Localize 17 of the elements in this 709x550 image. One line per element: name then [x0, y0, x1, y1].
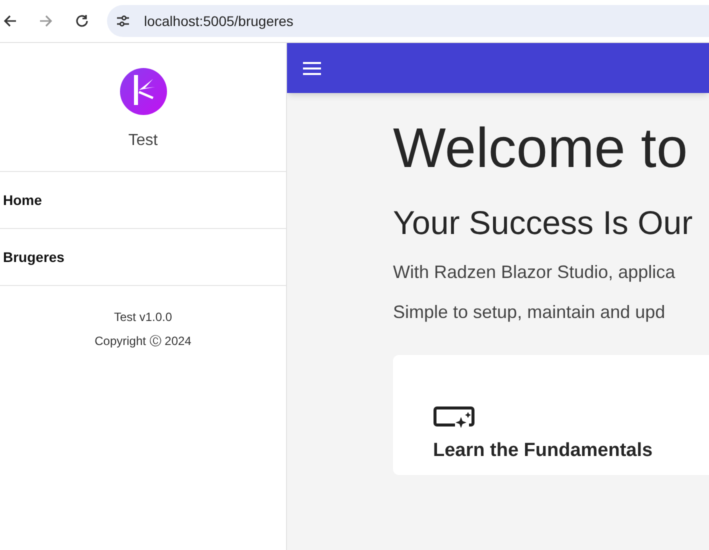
back-icon[interactable]: [3, 14, 17, 28]
intro-paragraph: Simple to setup, maintain and upd: [393, 300, 666, 324]
menu-icon[interactable]: [302, 60, 322, 76]
page-title: Welcome to: [393, 115, 689, 181]
intro-paragraph: With Radzen Blazor Studio, applica: [393, 260, 676, 284]
url-text: localhost:5005/brugeres: [144, 12, 294, 31]
forward-icon[interactable]: [39, 14, 53, 28]
reload-icon[interactable]: [75, 14, 89, 28]
footer-text: Copyright Ⓒ 2024: [94, 333, 192, 350]
footer-text: Test v1.0.0: [114, 309, 172, 326]
app-logo-icon: [120, 68, 166, 115]
address-bar[interactable]: localhost:5005/brugeres: [107, 5, 709, 37]
site-settings-icon[interactable]: [116, 15, 130, 27]
card-title: Learn the Fundamentals: [433, 438, 654, 463]
app-name: Test: [128, 131, 158, 151]
page-subtitle: Your Success Is Our: [393, 203, 694, 243]
sparkle-screen-icon: [433, 404, 475, 429]
